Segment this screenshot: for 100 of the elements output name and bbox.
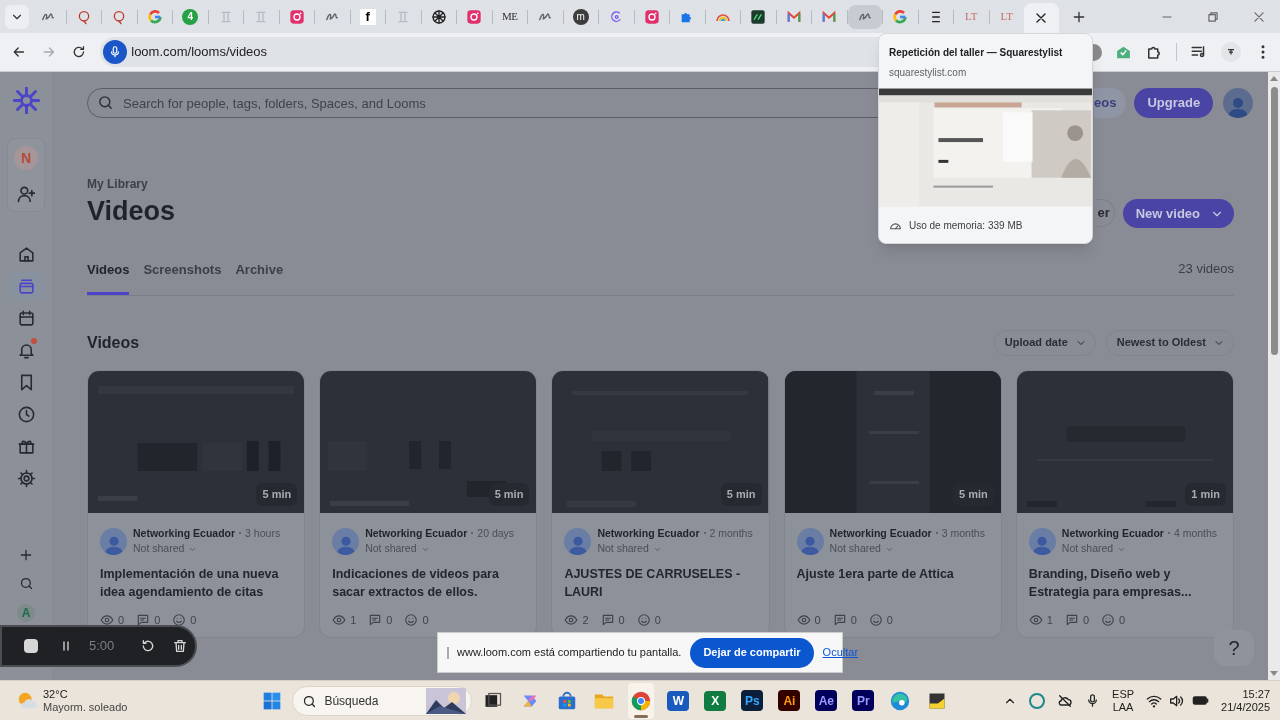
number-tab-icon[interactable]: 4 <box>182 8 199 25</box>
taskbar-app[interactable]: W <box>665 682 692 719</box>
clock-time[interactable]: 15:27 <box>1242 687 1270 701</box>
browser-tab[interactable]: ME <box>492 4 527 29</box>
library-tab[interactable]: Screenshots <box>143 260 222 295</box>
page-title: Videos <box>87 195 176 228</box>
new-video-button[interactable]: New video <box>1122 199 1234 228</box>
breadcrumb[interactable]: My Library <box>87 175 176 193</box>
taskbar-app[interactable]: X <box>702 682 729 719</box>
video-card[interactable]: 5 min Networking Ecuador 20 days Not shared Indicaciones de videos para sacar extractos de ellos. 1 0 0 <box>319 369 538 638</box>
document-app-icon[interactable]: W <box>667 690 690 711</box>
camera-icon[interactable] <box>288 8 305 25</box>
timer: 5:00 <box>89 637 115 656</box>
nav-item[interactable] <box>8 272 44 300</box>
g-logo-icon[interactable] <box>892 8 909 25</box>
browser-tab[interactable]: LT <box>954 4 989 29</box>
g-logo-icon[interactable] <box>146 8 163 25</box>
views-icon <box>1028 613 1043 628</box>
spreadsheet-app-icon[interactable]: X <box>704 690 727 711</box>
globe-icon[interactable] <box>430 8 447 25</box>
drag-handle[interactable] <box>447 646 449 659</box>
app-tile-icon[interactable]: Ae <box>815 690 838 711</box>
tab-search-button[interactable] <box>5 4 29 29</box>
video-title[interactable]: AJUSTES DE CARRUSELES - LAURI <box>564 565 757 605</box>
reactions-icon <box>636 613 651 628</box>
stop-sharing-button[interactable]: Dejar de compartir <box>690 637 814 668</box>
video-card[interactable]: 5 min Networking Ecuador 3 hours Not shared Implementación de una nueva idea agendamiento de citas 0 0 0 <box>87 369 306 638</box>
taskbar-app[interactable]: Ae <box>813 682 840 719</box>
camera-icon[interactable] <box>643 8 660 25</box>
letter-tab-icon[interactable]: m <box>572 8 589 25</box>
cloud-off-icon[interactable] <box>1057 692 1074 709</box>
library-tab[interactable]: Videos <box>87 260 130 295</box>
taskbar-app[interactable]: Ai <box>776 682 803 719</box>
app-tile-icon[interactable]: Pr <box>852 690 875 711</box>
app-tile-icon[interactable]: Ps <box>741 690 764 711</box>
video-card[interactable]: 5 min Networking Ecuador 3 months Not shared Ajuste 1era parte de Attica 0 0 0 <box>783 369 1002 638</box>
letter-tab-icon[interactable]: LT <box>965 8 978 25</box>
url-text: loom.com/looms/videos <box>131 43 268 62</box>
author-avatar <box>564 527 592 555</box>
keyboard-layout[interactable]: LAA <box>1112 700 1134 714</box>
stop-button[interactable] <box>24 639 38 653</box>
sharing-dropdown[interactable]: Not shared <box>365 541 515 557</box>
settings-icon <box>16 468 36 488</box>
reaction-count: 0 <box>886 613 893 628</box>
video-card[interactable]: 1 min Networking Ecuador 4 months Not shared Branding, Diseño web y Estrategia para empresas... 1 0 0 <box>1015 369 1234 638</box>
browser-tab[interactable]: LT <box>989 4 1024 29</box>
author-name: Networking Ecuador <box>365 525 468 541</box>
hide-link[interactable]: Ocultar <box>822 644 859 661</box>
video-title[interactable]: Ajuste 1era parte de Attica <box>796 565 989 605</box>
views-icon <box>332 613 347 628</box>
wave-browser-icon[interactable] <box>889 689 912 712</box>
restore-icon[interactable] <box>1206 9 1220 24</box>
comments-icon <box>368 613 383 628</box>
add-person-icon[interactable] <box>16 184 36 204</box>
comments-icon <box>1064 613 1079 628</box>
video-age: 3 hours <box>245 525 281 541</box>
taskbar-app[interactable]: Pr <box>850 682 877 719</box>
sharing-dropdown[interactable]: Not shared <box>829 541 985 557</box>
letter-tab-icon[interactable]: LT <box>1000 8 1013 25</box>
taskbar-app[interactable]: Ps <box>739 682 766 719</box>
video-title[interactable]: Branding, Diseño web y Estrategia para empresas... <box>1028 565 1221 605</box>
microphone-icon[interactable] <box>103 40 128 64</box>
video-title[interactable]: Implementación de una nueva idea agendamiento de citas <box>100 565 293 605</box>
user-avatar[interactable] <box>1223 88 1254 118</box>
sharing-dropdown[interactable]: Not shared <box>1061 541 1218 557</box>
letter-tab-icon[interactable]: f <box>359 8 376 25</box>
browser-icon[interactable] <box>630 689 653 712</box>
scrollbar-thumb[interactable] <box>1270 87 1278 355</box>
profile-icon[interactable] <box>1221 42 1241 62</box>
author-name: Networking Ecuador <box>829 525 932 541</box>
partial-button[interactable]: eos <box>1094 88 1127 118</box>
video-title[interactable]: Indicaciones de videos para sacar extractos de ellos. <box>332 565 525 605</box>
comments-icon <box>600 613 615 628</box>
library-tab[interactable]: Archive <box>235 260 284 295</box>
app-tile-icon[interactable]: Ai <box>778 690 801 711</box>
comments-icon <box>832 613 847 628</box>
sharing-dropdown[interactable]: Not shared <box>133 541 281 557</box>
search-icon[interactable] <box>18 576 34 591</box>
clock-date[interactable]: 21/4/2025 <box>1221 700 1270 714</box>
trash-icon[interactable] <box>172 638 189 654</box>
language[interactable]: ESP <box>1112 687 1135 701</box>
browser-tab[interactable]: 4 <box>173 4 208 29</box>
help-button[interactable]: ? <box>1214 630 1254 666</box>
add-icon[interactable] <box>18 547 34 563</box>
calendar-icon <box>16 308 36 328</box>
starburst-logo-icon[interactable] <box>12 87 40 114</box>
author-avatar <box>796 527 824 555</box>
weather-text: Mayorm. soleado <box>43 700 128 714</box>
upgrade-button[interactable]: Upgrade <box>1134 88 1214 118</box>
browser-tab[interactable]: m <box>563 4 598 29</box>
slash-square-icon[interactable] <box>750 8 767 25</box>
app-tray-icon[interactable] <box>1029 692 1046 709</box>
camera-icon[interactable] <box>466 8 483 25</box>
author-name: Networking Ecuador <box>133 525 236 541</box>
home-icon <box>16 244 36 264</box>
windows-start-icon[interactable] <box>262 690 283 711</box>
back-icon[interactable] <box>11 44 27 60</box>
sharing-dropdown[interactable]: Not shared <box>597 541 753 557</box>
letter-tab-icon[interactable]: ME <box>502 8 518 25</box>
browser-tab[interactable]: f <box>350 4 385 29</box>
